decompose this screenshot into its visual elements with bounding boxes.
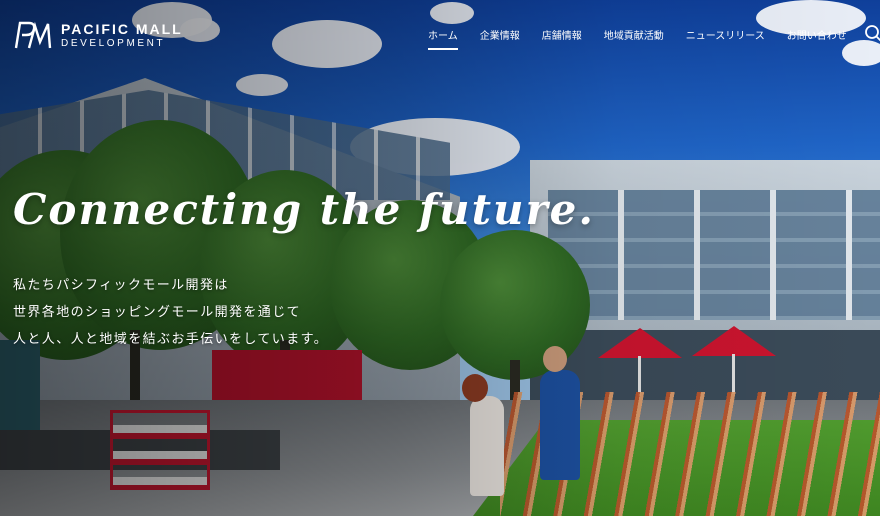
main-nav: ホーム 企業情報 店舗情報 地域貢献活動 ニュースリリース お問い合わせ bbox=[428, 27, 847, 50]
hero-lead: 私たちパシフィックモール開発は 世界各地のショッピングモール開発を通じて 人と人… bbox=[13, 272, 328, 353]
hero-lead-line: 人と人、人と地域を結ぶお手伝いをしています。 bbox=[13, 332, 329, 347]
nav-item-home[interactable]: ホーム bbox=[428, 27, 458, 50]
logo-name-line2: DEVELOPMENT bbox=[61, 37, 166, 49]
pm-logo-mark bbox=[14, 21, 52, 49]
hero-lead-line: 世界各地のショッピングモール開発を通じて bbox=[13, 305, 302, 320]
nav-item-news[interactable]: ニュースリリース bbox=[686, 27, 765, 42]
search-icon[interactable] bbox=[864, 24, 880, 44]
site-logo-text: PACIFIC MALL DEVELOPMENT bbox=[61, 22, 183, 49]
nav-item-community[interactable]: 地域貢献活動 bbox=[604, 27, 664, 42]
hero-headline: Connecting the future. bbox=[13, 185, 595, 234]
site-header: PACIFIC MALL DEVELOPMENT ホーム 企業情報 店舗情報 地… bbox=[0, 0, 880, 70]
logo-name-line1: PACIFIC MALL bbox=[61, 20, 183, 37]
site-logo[interactable]: PACIFIC MALL DEVELOPMENT bbox=[13, 20, 183, 50]
nav-item-company[interactable]: 企業情報 bbox=[480, 27, 520, 42]
nav-item-contact[interactable]: お問い合わせ bbox=[787, 27, 847, 42]
nav-item-stores[interactable]: 店舗情報 bbox=[542, 27, 582, 42]
hero-lead-line: 私たちパシフィックモール開発は bbox=[13, 278, 229, 293]
hero-background-image bbox=[0, 0, 880, 516]
